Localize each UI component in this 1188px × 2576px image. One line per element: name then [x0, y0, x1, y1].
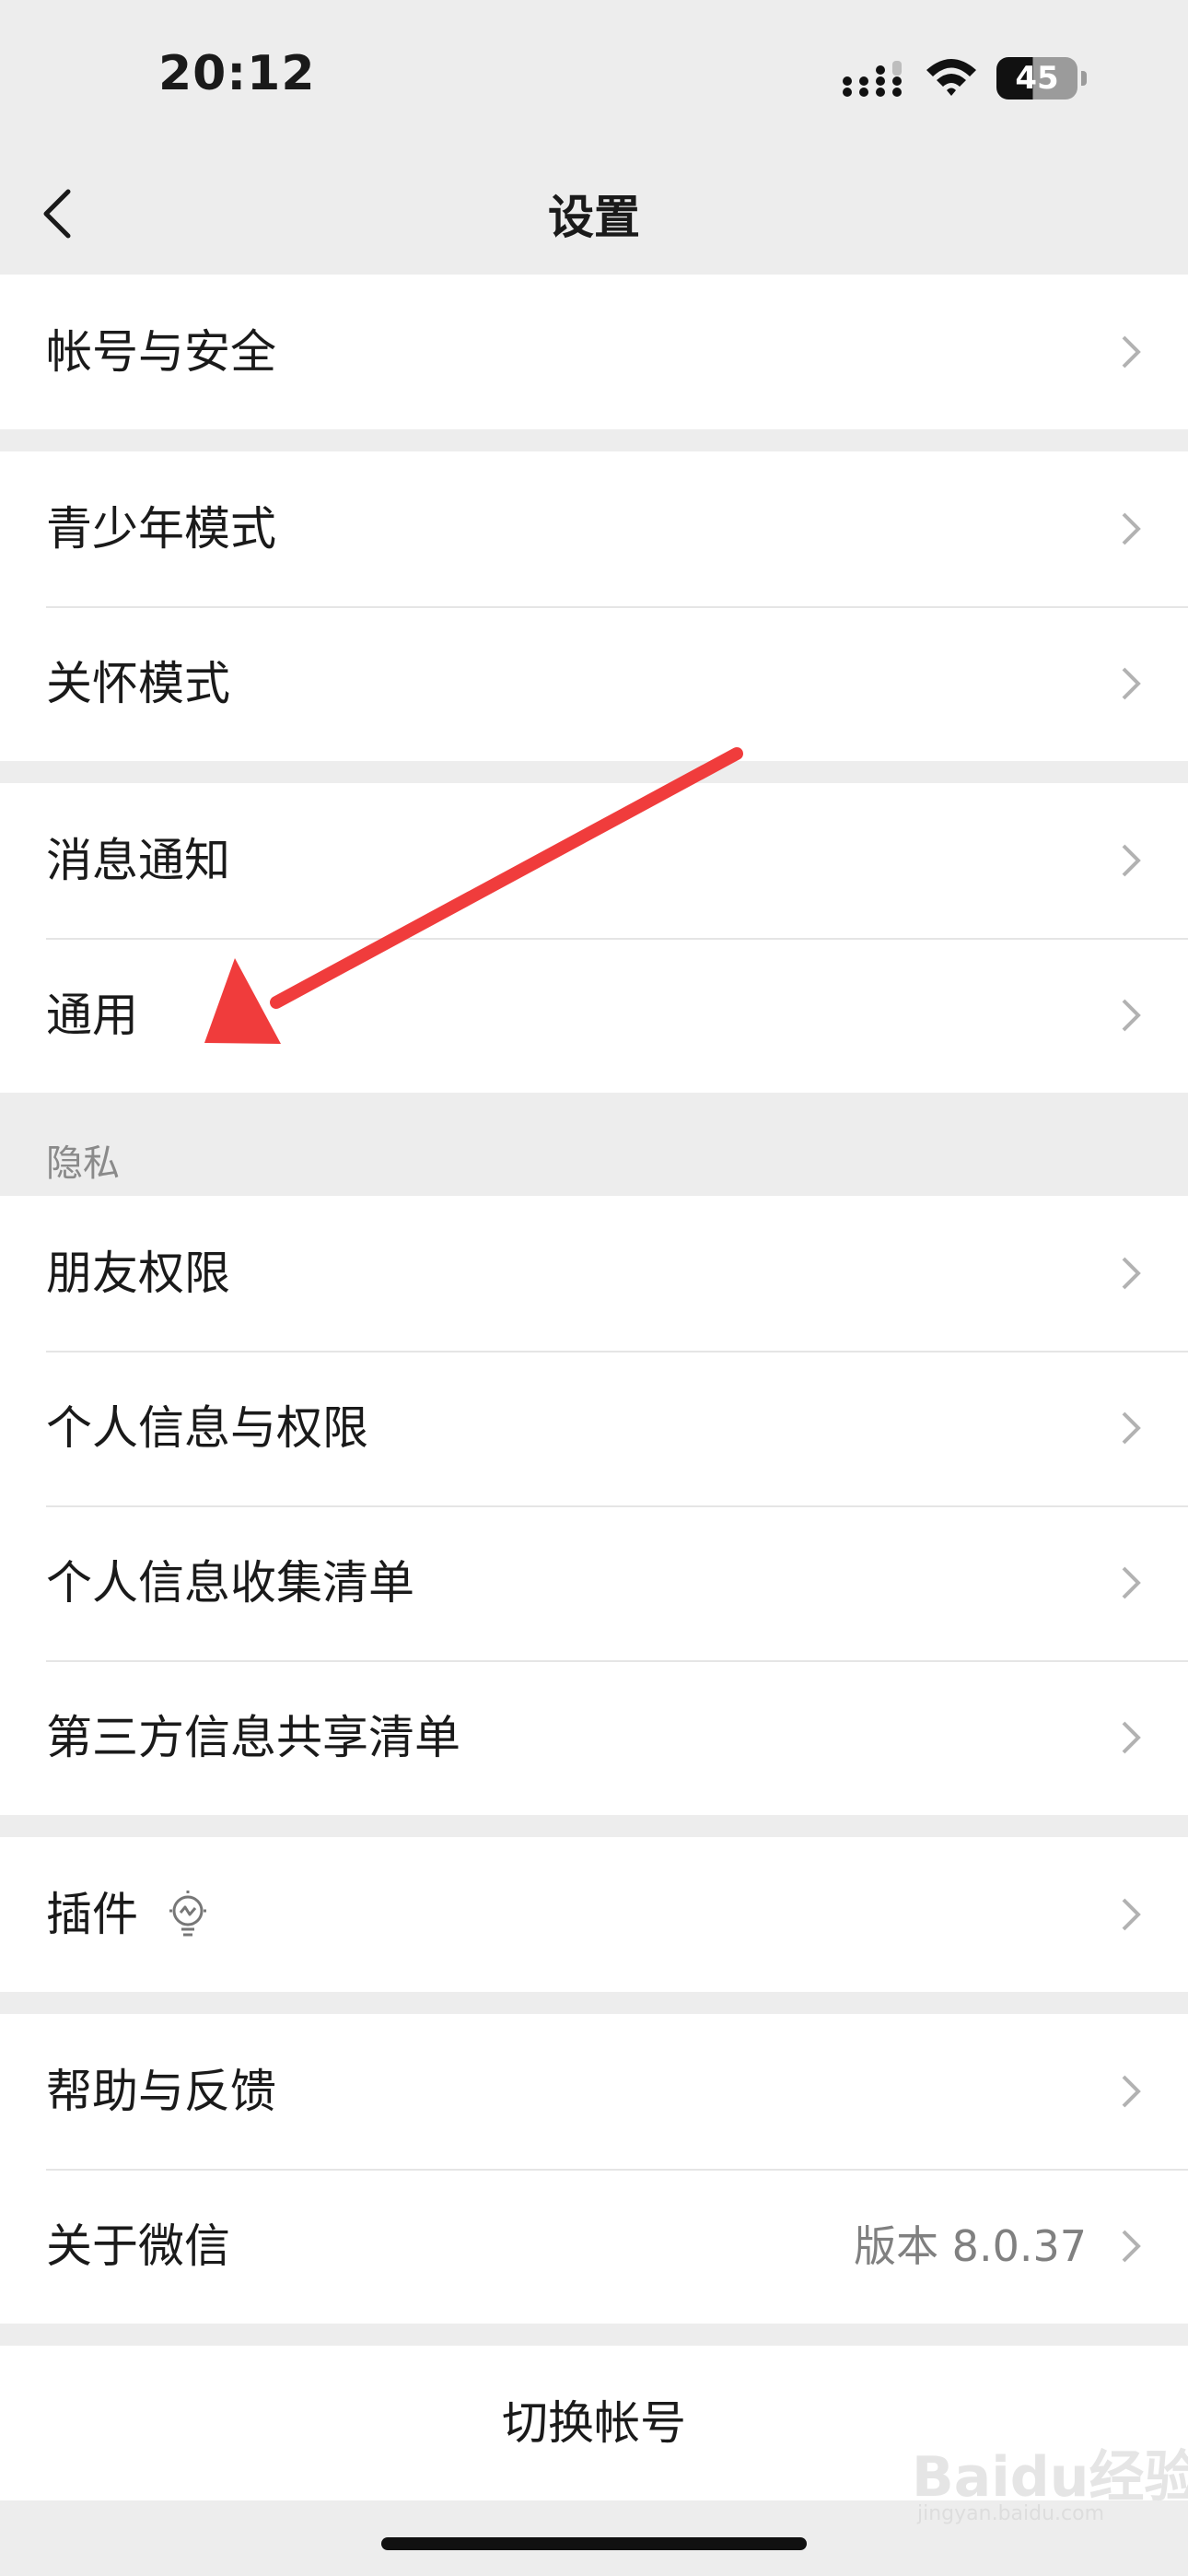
third-party-sharing-row[interactable]: 第三方信息共享清单: [0, 1660, 1188, 1815]
home-indicator[interactable]: [381, 2537, 807, 2550]
chevron-right-icon: [1122, 335, 1141, 369]
battery-icon: 45: [996, 57, 1087, 100]
privacy-section-header: 隐私: [46, 1142, 120, 1185]
chevron-right-icon: [1122, 1721, 1141, 1754]
wifi-icon: [926, 59, 976, 96]
row-label: 帮助与反馈: [46, 2065, 276, 2118]
chevron-right-icon: [1122, 1257, 1141, 1290]
row-label: 朋友权限: [46, 1247, 230, 1300]
chevron-right-icon: [1122, 1898, 1141, 1931]
row-label: 青少年模式: [46, 502, 276, 556]
settings-group-privacy: 朋友权限 个人信息与权限 个人信息收集清单 第三方信息共享清单: [0, 1196, 1188, 1815]
chevron-right-icon: [1122, 2075, 1141, 2108]
chevron-right-icon: [1122, 667, 1141, 700]
settings-group-about: 帮助与反馈 关于微信 版本 8.0.37: [0, 2014, 1188, 2324]
row-label: 插件: [46, 1888, 138, 1941]
baidu-watermark: Baidu经验 jingyan.baidu.com: [912, 2432, 1188, 2534]
watermark-text: Baidu经验: [912, 2445, 1188, 2510]
row-label: 帐号与安全: [46, 325, 276, 379]
youth-mode-row[interactable]: 青少年模式: [0, 451, 1188, 606]
row-label: 关怀模式: [46, 657, 230, 710]
chevron-right-icon: [1122, 1566, 1141, 1599]
plugins-row[interactable]: 插件: [0, 1837, 1188, 1992]
general-row[interactable]: 通用: [0, 938, 1188, 1093]
page-title: 设置: [548, 191, 640, 244]
notifications-row[interactable]: 消息通知: [0, 783, 1188, 938]
care-mode-row[interactable]: 关怀模式: [0, 606, 1188, 761]
row-label: 个人信息与权限: [46, 1401, 368, 1455]
battery-level: 45: [1015, 60, 1059, 97]
row-label: 个人信息收集清单: [46, 1556, 414, 1610]
personal-info-collection-row[interactable]: 个人信息收集清单: [0, 1505, 1188, 1660]
settings-group-modes: 青少年模式 关怀模式: [0, 451, 1188, 761]
settings-group-account: 帐号与安全: [0, 275, 1188, 429]
chevron-right-icon: [1122, 2230, 1141, 2263]
settings-group-general: 消息通知 通用: [0, 783, 1188, 1093]
row-label: 消息通知: [46, 834, 230, 887]
row-label: 第三方信息共享清单: [46, 1711, 460, 1764]
version-value: 版本 8.0.37: [854, 2221, 1087, 2271]
help-feedback-row[interactable]: 帮助与反馈: [0, 2014, 1188, 2169]
account-security-row[interactable]: 帐号与安全: [0, 275, 1188, 429]
personal-info-permissions-row[interactable]: 个人信息与权限: [0, 1351, 1188, 1505]
about-wechat-row[interactable]: 关于微信 版本 8.0.37: [0, 2169, 1188, 2324]
status-time: 20:12: [158, 46, 316, 101]
lightbulb-icon: [169, 1891, 206, 1937]
friend-permissions-row[interactable]: 朋友权限: [0, 1196, 1188, 1351]
row-label: 关于微信: [46, 2219, 230, 2273]
watermark-sub: jingyan.baidu.com: [917, 2502, 1105, 2525]
navigation-bar: 设置: [0, 147, 1188, 275]
settings-group-plugins: 插件: [0, 1837, 1188, 1992]
signal-icon: [843, 61, 902, 97]
chevron-right-icon: [1122, 844, 1141, 877]
chevron-right-icon: [1122, 999, 1141, 1032]
row-label: 通用: [46, 989, 138, 1042]
status-bar: 20:12 45: [0, 0, 1188, 147]
chevron-right-icon: [1122, 512, 1141, 545]
chevron-right-icon: [1122, 1411, 1141, 1445]
